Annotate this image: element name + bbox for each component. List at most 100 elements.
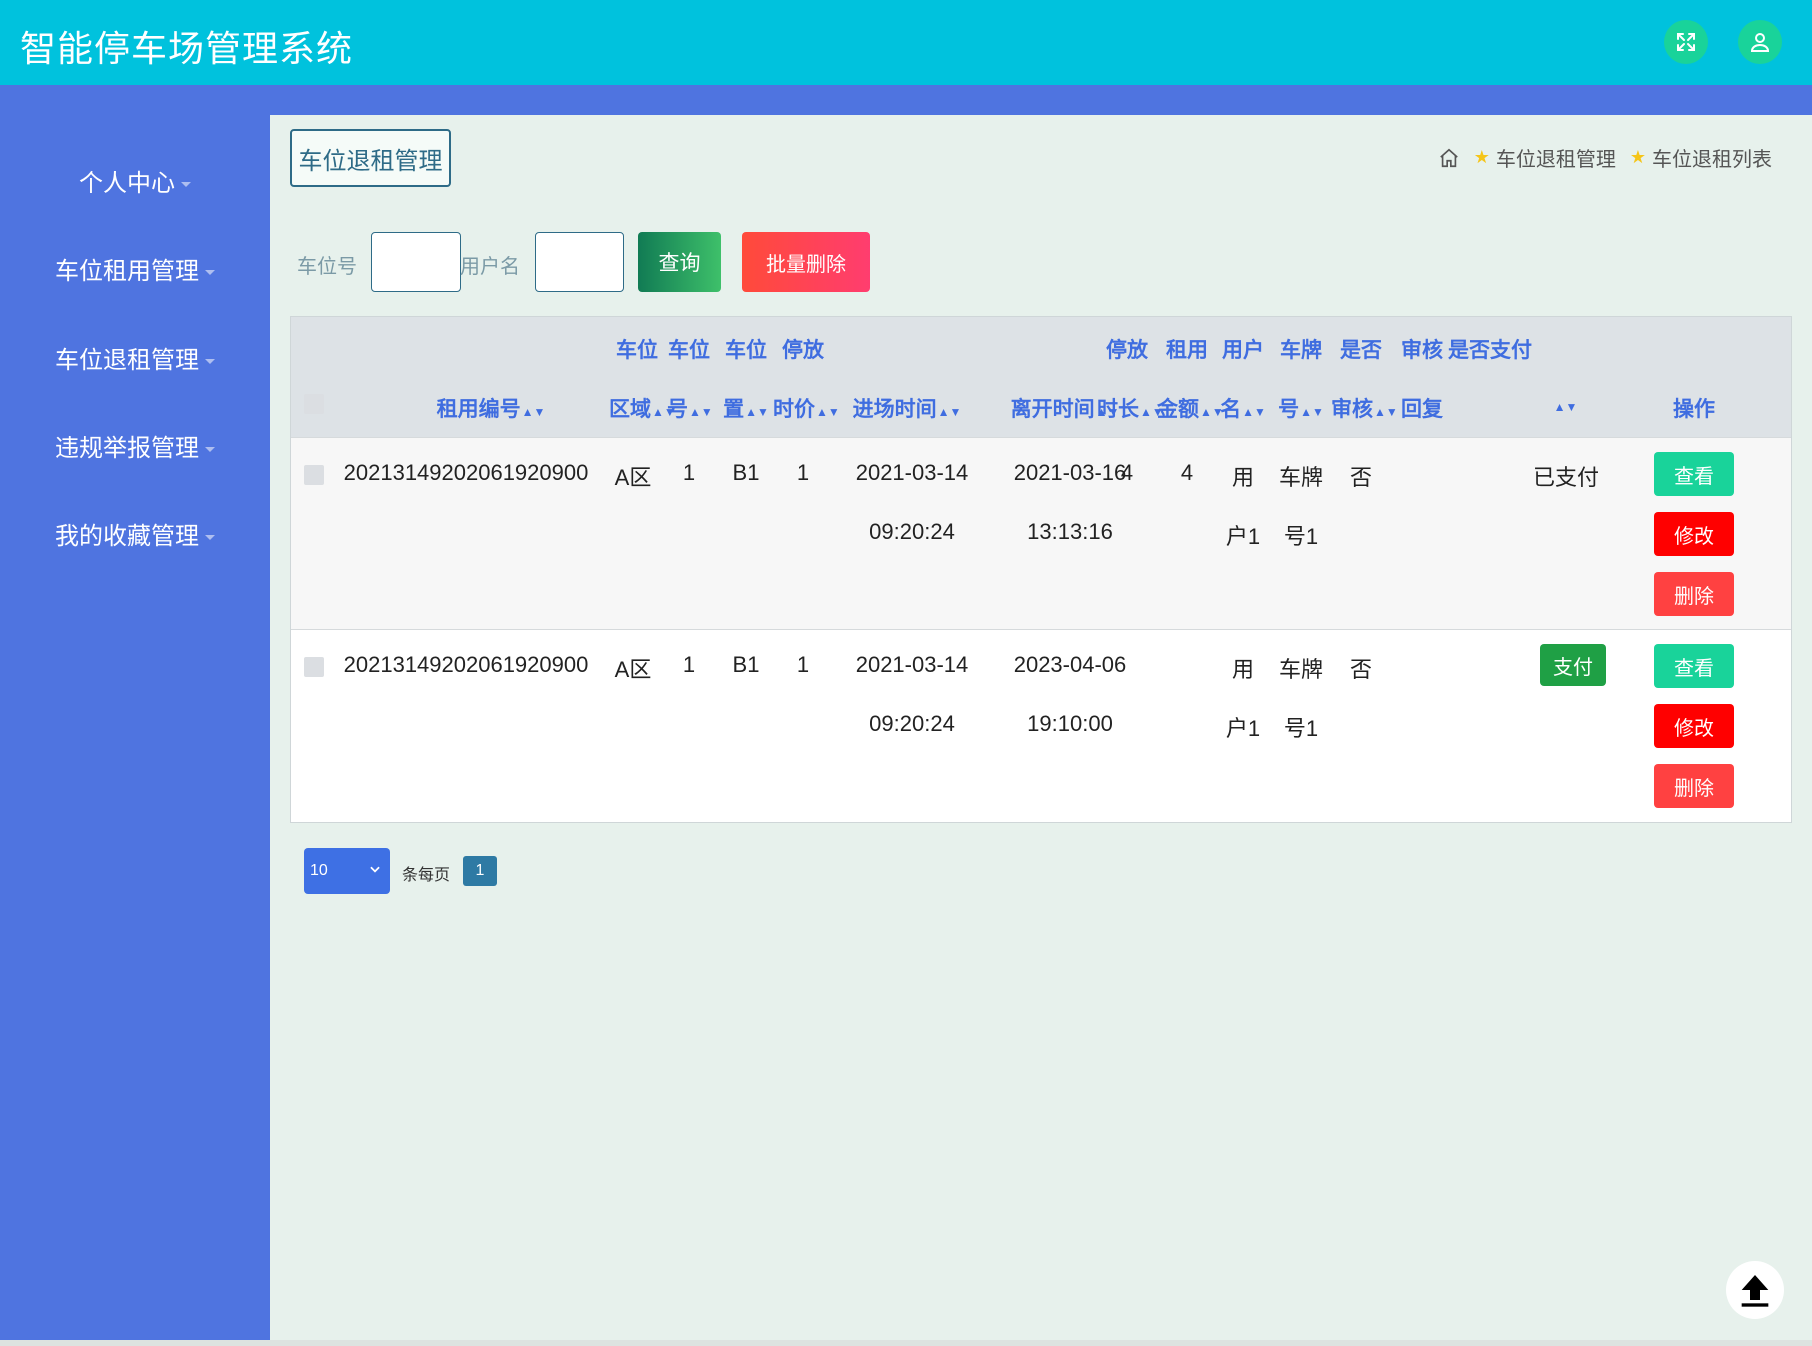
cell-pos: B1: [732, 652, 760, 677]
space-no-input[interactable]: [371, 232, 461, 292]
expand-arrows-icon: [1677, 33, 1695, 51]
cell-leave-time: 19:10:00: [1027, 711, 1113, 736]
col-rent-no[interactable]: 租用编号▲▼: [411, 393, 571, 423]
sort-icon: ▲▼: [689, 405, 713, 419]
sort-icon: ▲▼: [816, 405, 840, 419]
cell-plate-2: 号1: [1283, 524, 1319, 549]
cell-paid-status: 已支付: [1532, 465, 1599, 490]
page-size-select[interactable]: 10: [304, 848, 390, 894]
cell-duration: 4: [1120, 460, 1134, 485]
caret-down-icon: [205, 447, 215, 453]
star-icon: ★: [1473, 147, 1490, 167]
space-no-label: 车位号: [297, 256, 357, 278]
sort-icon: ▲▼: [745, 405, 769, 419]
cell-price: 1: [796, 460, 810, 485]
cell-user-1: 用: [1231, 465, 1254, 490]
col-paid-sort[interactable]: ▲▼: [1535, 393, 1595, 417]
cell-amount: 4: [1180, 460, 1194, 485]
select-all-checkbox[interactable]: [304, 394, 324, 414]
page-size-value: 10: [310, 862, 328, 879]
col-amount-top: 租用: [1166, 339, 1208, 362]
home-icon[interactable]: [1438, 147, 1460, 169]
cell-user-1: 用: [1231, 657, 1254, 682]
sidebar-item-rent[interactable]: 车位租用管理: [0, 251, 270, 286]
sidebar-item-favorites[interactable]: 我的收藏管理: [0, 516, 270, 551]
delete-button[interactable]: 删除: [1654, 572, 1734, 616]
col-plate-top: 车牌: [1280, 339, 1322, 362]
data-table: 租用编号▲▼ 车位 区域▲▼ 车位 号▲▼ 车位 置▲▼ 停放 时价▲▼ 进场时…: [290, 316, 1792, 823]
col-ops: 操作: [1673, 398, 1715, 421]
cell-enter-time: 09:20:24: [869, 711, 955, 736]
sort-icon: ▲▼: [1242, 405, 1266, 419]
sidebar-item-profile[interactable]: 个人中心: [0, 163, 270, 198]
cell-no: 1: [682, 652, 696, 677]
col-plate[interactable]: 号▲▼: [1275, 393, 1327, 423]
query-button[interactable]: 查询: [638, 232, 721, 292]
cell-audited: 否: [1349, 465, 1372, 490]
sidebar-item-refund[interactable]: 车位退租管理: [0, 340, 270, 375]
page-number-button[interactable]: 1: [463, 856, 497, 886]
col-pos-top: 车位: [725, 339, 767, 362]
caret-down-icon: [205, 535, 215, 541]
cell-area: A区: [614, 465, 652, 490]
col-audited[interactable]: 审核▲▼: [1331, 393, 1398, 423]
col-paid: 是否支付: [1448, 339, 1532, 362]
user-button[interactable]: [1738, 20, 1782, 64]
breadcrumb: ★ 车位退租管理 ★ 车位退租列表: [1438, 143, 1772, 172]
username-label: 用户名: [460, 256, 520, 278]
col-duration[interactable]: 时长▲▼: [1097, 393, 1164, 423]
col-reply-top: 审核: [1401, 339, 1443, 362]
edit-button[interactable]: 修改: [1654, 704, 1734, 748]
sort-icon: ▲▼: [1553, 400, 1578, 414]
caret-down-icon: [205, 359, 215, 365]
delete-button[interactable]: 删除: [1654, 764, 1734, 808]
chevron-down-icon: [370, 866, 380, 873]
view-button[interactable]: 查看: [1654, 452, 1734, 496]
page-title: 车位退租管理: [290, 129, 451, 187]
cell-rent-no: 20213149202061920900: [343, 460, 589, 485]
pay-button[interactable]: 支付: [1540, 644, 1606, 686]
batch-delete-button[interactable]: 批量删除: [742, 232, 870, 292]
breadcrumb-item[interactable]: 车位退租管理: [1496, 143, 1616, 172]
caret-down-icon: [181, 182, 191, 188]
table-row: 20213149202061920900 A区 1 B1 1 2021-03-1…: [291, 629, 1791, 822]
col-enter-time[interactable]: 进场时间▲▼: [847, 393, 967, 423]
app-title: 智能停车场管理系统: [20, 28, 354, 69]
sort-icon: ▲▼: [1300, 405, 1324, 419]
col-price-top: 停放: [782, 339, 824, 362]
col-pos[interactable]: 置▲▼: [723, 393, 769, 423]
cell-user-2: 户1: [1225, 524, 1261, 549]
col-reply: 回复: [1401, 398, 1443, 421]
username-input[interactable]: [535, 232, 624, 292]
col-audited-top: 是否: [1340, 339, 1382, 362]
col-user-top: 用户: [1222, 339, 1264, 362]
col-area-top: 车位: [616, 339, 658, 362]
col-no[interactable]: 号▲▼: [667, 393, 713, 423]
row-checkbox[interactable]: [304, 465, 324, 485]
cell-price: 1: [796, 652, 810, 677]
breadcrumb-item: 车位退租列表: [1652, 149, 1772, 171]
view-button[interactable]: 查看: [1654, 644, 1734, 688]
cell-area: A区: [614, 657, 652, 682]
edit-button[interactable]: 修改: [1654, 512, 1734, 556]
back-to-top-button[interactable]: [1726, 1261, 1784, 1319]
main-content: 车位退租管理 ★ 车位退租管理 ★ 车位退租列表 车位号 用户名 查询 批量删除…: [270, 115, 1812, 1340]
user-icon: [1750, 33, 1770, 52]
sidebar-item-report[interactable]: 违规举报管理: [0, 428, 270, 463]
cell-leave-date: 2023-04-06: [1013, 652, 1127, 677]
sidebar-item-label: 车位退租管理: [55, 347, 199, 374]
table-row: 20213149202061920900 A区 1 B1 1 2021-03-1…: [291, 437, 1791, 629]
row-checkbox[interactable]: [304, 657, 324, 677]
col-price[interactable]: 时价▲▼: [773, 393, 840, 423]
star-icon: ★: [1629, 147, 1646, 167]
sidebar-item-label: 车位租用管理: [55, 258, 199, 285]
arrow-up-icon: [1741, 1275, 1769, 1307]
cell-user-2: 户1: [1225, 716, 1261, 741]
fullscreen-button[interactable]: [1664, 20, 1708, 64]
col-area[interactable]: 区域▲▼: [609, 393, 676, 423]
top-header: 智能停车场管理系统: [0, 0, 1812, 85]
header-subbar: [0, 85, 1812, 115]
col-amount[interactable]: 金额▲▼: [1157, 393, 1224, 423]
col-user[interactable]: 名▲▼: [1217, 393, 1269, 423]
sort-icon: ▲▼: [1374, 405, 1398, 419]
